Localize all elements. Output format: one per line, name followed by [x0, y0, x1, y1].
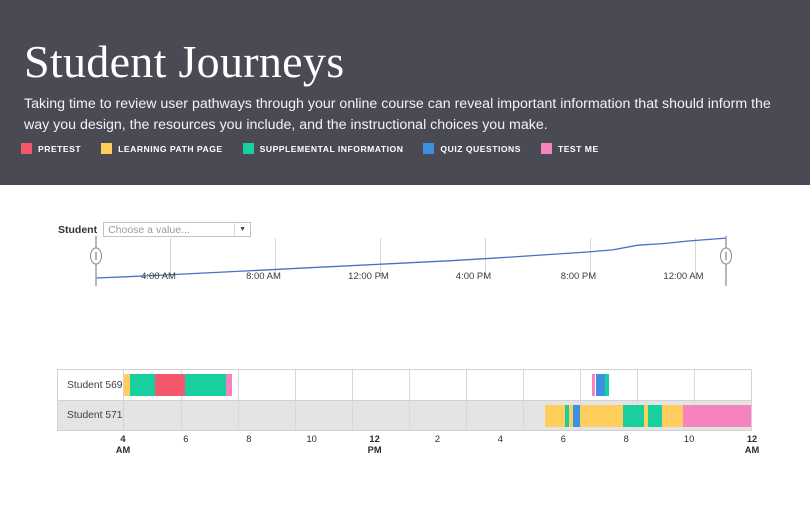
gantt-gridline — [466, 401, 467, 430]
gantt-gridline — [637, 370, 638, 400]
axis-tick-10: 12 AM — [745, 434, 759, 456]
gantt-gridline — [295, 401, 296, 430]
axis-tick-number: 10 — [306, 434, 317, 444]
gantt-gridline — [523, 401, 524, 430]
legend-label-pretest: PRETEST — [38, 143, 82, 154]
axis-tick-meridiem: AM — [115, 445, 131, 455]
axis-tick-number: 4 — [120, 434, 126, 444]
gantt-segment-learning-path-page[interactable] — [545, 405, 566, 427]
axis-tick-9: 10 — [684, 434, 694, 445]
page-subtitle: Taking time to review user pathways thro… — [24, 96, 771, 133]
axis-tick-number: 8 — [246, 434, 252, 444]
gantt-segment-supplemental-information[interactable] — [623, 405, 644, 427]
legend-item-supplemental-information: SUPPLEMENTAL INFORMATION — [242, 143, 404, 154]
gantt-gridline — [238, 401, 239, 430]
gantt-segment-test-me[interactable] — [683, 405, 751, 427]
axis-tick-1: 6 — [183, 434, 188, 445]
timeline-tick-label: 8:00 PM — [561, 271, 596, 282]
gantt-gridline — [523, 370, 524, 400]
legend-swatch-quiz-questions — [423, 143, 435, 154]
gantt-segment-supplemental-information[interactable] — [129, 374, 155, 396]
axis-tick-number: 2 — [434, 434, 441, 444]
axis-tick-meridiem: PM — [367, 445, 382, 455]
timeline-range-slider-chart[interactable]: 4:00 AM 8:00 AM 12:00 PM 4:00 PM 8:00 PM 12:0… — [0, 232, 810, 290]
axis-tick-5: 2 — [435, 434, 440, 445]
gantt-row-label: Student 569 — [58, 370, 124, 400]
gantt-gridline — [409, 401, 410, 430]
gantt-segment-learning-path-page[interactable] — [579, 405, 624, 427]
color-legend: PRETEST LEARNING PATH PAGE SUPPLEMENTAL IN… — [21, 143, 619, 154]
gantt-segment-test-me[interactable] — [225, 374, 232, 396]
gantt-row-label: Student 571 — [58, 401, 124, 430]
page-header: Student Journeys Taking time to review u… — [0, 0, 810, 185]
gantt-segment-supplemental-information[interactable] — [185, 374, 226, 396]
timeline-tick-label: 4:00 AM — [141, 271, 176, 282]
legend-swatch-pretest — [21, 143, 32, 154]
legend-label-supplemental-information: SUPPLEMENTAL INFORMATION — [259, 143, 404, 154]
legend-swatch-learning-path-page — [101, 143, 113, 154]
table-row[interactable]: Student 571 — [58, 400, 751, 430]
legend-label-quiz-questions: QUIZ QUESTIONS — [440, 143, 521, 154]
gantt-gridline — [466, 370, 467, 400]
gantt-gridline — [352, 401, 353, 430]
legend-label-test-me: TEST ME — [557, 143, 599, 154]
gantt-x-axis: 4 AM 6 8 10 12 PM 2 4 6 8 10 12 AM — [116, 434, 759, 462]
axis-tick-number: 12 — [746, 434, 758, 444]
axis-tick-meridiem: AM — [744, 445, 760, 455]
gantt-gridline — [409, 370, 410, 400]
gantt-segment-supplemental-information[interactable] — [604, 374, 609, 396]
legend-item-test-me: TEST ME — [540, 143, 599, 154]
axis-tick-6: 4 — [498, 434, 503, 445]
gantt-gridline — [694, 370, 695, 400]
gantt-row-track — [124, 401, 751, 430]
timeline-tick-label: 4:00 PM — [456, 271, 491, 282]
range-handle-left[interactable] — [90, 236, 102, 286]
axis-tick-number: 6 — [560, 434, 566, 444]
gantt-row-track — [124, 370, 751, 400]
legend-label-learning-path-page: LEARNING PATH PAGE — [118, 143, 223, 154]
axis-tick-3: 10 — [307, 434, 317, 445]
gantt-gridline — [580, 370, 581, 400]
legend-swatch-test-me — [540, 143, 552, 154]
student-journey-gantt: Student 569 Student 571 — [57, 369, 752, 431]
timeline-svg: 4:00 AM 8:00 AM 12:00 PM 4:00 PM 8:00 PM 12:0… — [90, 236, 732, 286]
legend-swatch-supplemental-information — [242, 143, 254, 154]
gantt-segment-quiz-questions[interactable] — [595, 374, 605, 396]
axis-tick-8: 8 — [624, 434, 629, 445]
gantt-gridline — [295, 370, 296, 400]
gantt-gridline — [352, 370, 353, 400]
timeline-trend-line — [95, 237, 727, 279]
gantt-gridline — [238, 370, 239, 400]
legend-item-pretest: PRETEST — [21, 143, 81, 154]
axis-tick-number: 4 — [497, 434, 503, 444]
axis-tick-2: 8 — [246, 434, 251, 445]
axis-tick-number: 6 — [183, 434, 189, 444]
table-row[interactable]: Student 569 — [58, 370, 751, 400]
gantt-gridline — [181, 401, 182, 430]
axis-tick-4: 12 PM — [368, 434, 382, 456]
range-handle-right[interactable] — [720, 236, 732, 286]
gantt-segment-learning-path-page[interactable] — [661, 405, 684, 427]
axis-tick-0: 4 AM — [116, 434, 130, 456]
axis-tick-7: 6 — [561, 434, 566, 445]
gantt-segment-pretest[interactable] — [154, 374, 186, 396]
timeline-tick-label: 12:00 PM — [348, 271, 389, 282]
axis-tick-number: 10 — [683, 434, 695, 444]
timeline-tick-label: 12:00 AM — [663, 271, 703, 282]
legend-item-learning-path-page: LEARNING PATH PAGE — [101, 143, 223, 154]
axis-tick-number: 8 — [623, 434, 629, 444]
axis-tick-number: 12 — [369, 434, 380, 444]
gantt-segment-supplemental-information[interactable] — [648, 405, 662, 427]
legend-item-quiz-questions: QUIZ QUESTIONS — [423, 143, 521, 154]
timeline-tick-label: 8:00 AM — [246, 271, 281, 282]
page-title: Student Journeys — [24, 36, 345, 87]
gantt-segment-quiz-questions[interactable] — [572, 405, 580, 427]
